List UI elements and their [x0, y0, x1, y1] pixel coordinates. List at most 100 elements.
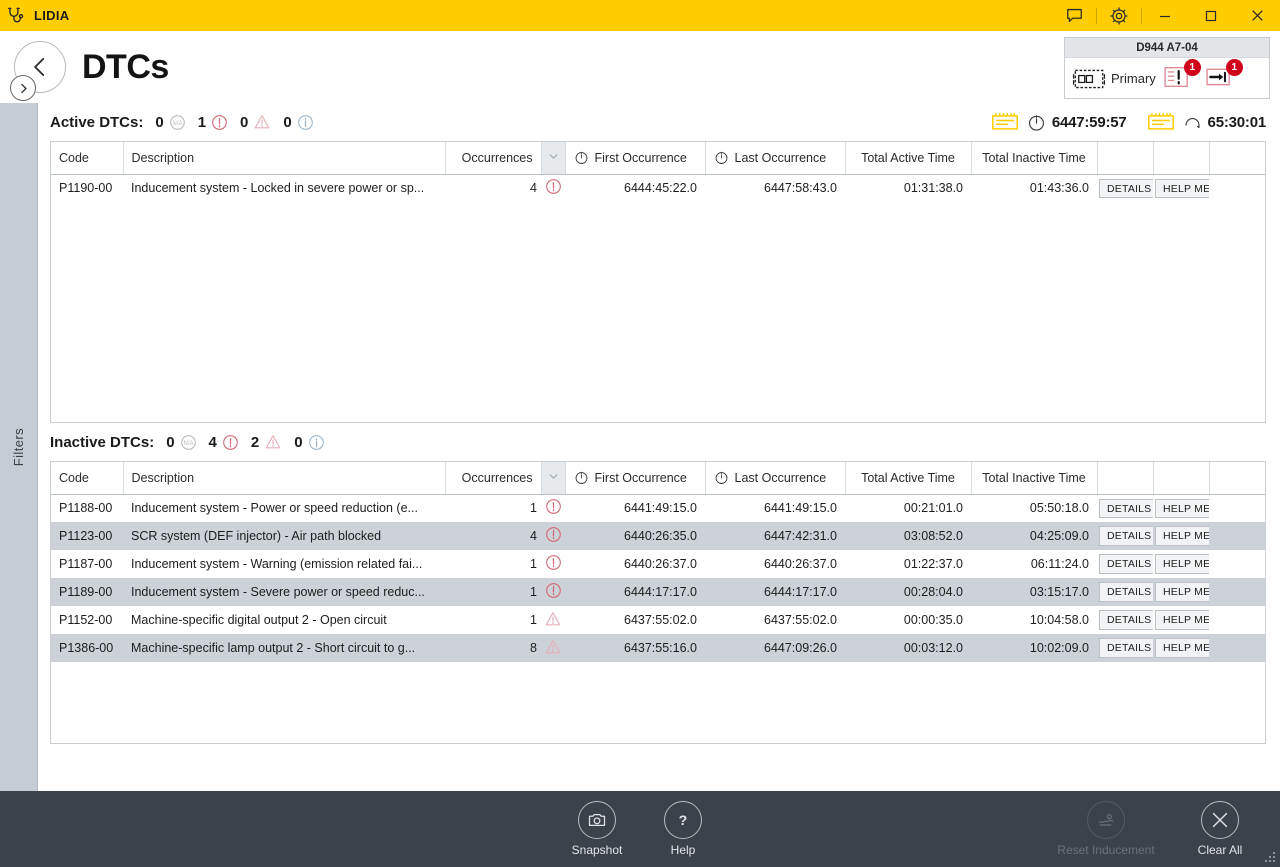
cell-severity-icon: [541, 174, 565, 202]
ecu-fault-badge[interactable]: 1: [1160, 63, 1198, 95]
inactive-severity-na: 0 N/A: [166, 434, 196, 451]
col-total-inactive-time[interactable]: Total Inactive Time: [971, 462, 1097, 494]
details-button[interactable]: DETAILS: [1099, 499, 1153, 519]
col-sort-toggle[interactable]: [541, 142, 565, 174]
reset-inducement-label: Reset Inducement: [1057, 843, 1154, 857]
clear-all-button[interactable]: Clear All: [1168, 801, 1272, 857]
col-last-occurrence[interactable]: Last Occurrence: [705, 462, 845, 494]
resize-grip[interactable]: [1264, 851, 1276, 863]
bottom-toolbar-right: Reset Inducement Clear All: [1054, 801, 1272, 857]
col-first-occurrence[interactable]: First Occurrence: [565, 142, 705, 174]
page-root: DTCs D944 A7-04 Primary 1: [0, 31, 1280, 867]
settings-button[interactable]: [1097, 0, 1141, 31]
ecu-module-icon: [1145, 110, 1177, 134]
details-button[interactable]: DETAILS: [1099, 179, 1153, 199]
details-button[interactable]: DETAILS: [1099, 554, 1153, 574]
close-button[interactable]: [1234, 0, 1280, 31]
help-label: Help: [671, 843, 696, 857]
ecu-inducement-badge[interactable]: 1: [1202, 63, 1240, 95]
error-circle-icon: [545, 498, 562, 515]
cell-last-occurrence: 6447:58:43.0: [705, 174, 845, 202]
inactive-dtc-table-element: Code Description Occurrences First Occur…: [51, 462, 1265, 662]
ecu-module-icon: [989, 110, 1021, 134]
close-x-icon: [1209, 809, 1231, 831]
col-description-label: Description: [132, 471, 195, 485]
bottom-gap: [50, 744, 1266, 791]
app-title: LIDIA: [34, 8, 69, 23]
active-info-count: 0: [283, 114, 291, 131]
minimize-button[interactable]: [1142, 0, 1188, 31]
details-button[interactable]: DETAILS: [1099, 638, 1153, 658]
cell-code: P1152-00: [51, 606, 123, 634]
col-total-active-time[interactable]: Total Active Time: [845, 462, 971, 494]
help-me-button[interactable]: HELP ME: [1155, 554, 1209, 574]
error-circle-icon: [211, 114, 228, 131]
info-circle-icon: [297, 114, 314, 131]
chevron-left-icon: [27, 54, 53, 80]
help-me-button[interactable]: HELP ME: [1155, 582, 1209, 602]
details-button[interactable]: DETAILS: [1099, 582, 1153, 602]
help-me-button[interactable]: HELP ME: [1155, 610, 1209, 630]
cell-help: HELP ME: [1153, 578, 1209, 606]
na-icon: N/A: [169, 114, 186, 131]
cell-code: P1188-00: [51, 494, 123, 522]
table-row[interactable]: P1190-00Inducement system - Locked in se…: [51, 174, 1265, 202]
col-description[interactable]: Description: [123, 142, 445, 174]
svg-text:N/A: N/A: [172, 121, 182, 127]
cell-description: SCR system (DEF injector) - Air path blo…: [123, 522, 445, 550]
inactive-header-row: Code Description Occurrences First Occur…: [51, 462, 1265, 494]
chevron-down-icon: [548, 151, 559, 162]
col-sort-toggle[interactable]: [541, 462, 565, 494]
cell-severity-icon: [541, 550, 565, 578]
cell-last-occurrence: 6437:55:02.0: [705, 606, 845, 634]
maximize-button[interactable]: [1188, 0, 1234, 31]
col-code-label: Code: [59, 151, 89, 165]
details-button[interactable]: DETAILS: [1099, 610, 1153, 630]
help-me-button[interactable]: HELP ME: [1155, 526, 1209, 546]
col-total-active-time[interactable]: Total Active Time: [845, 142, 971, 174]
inactive-table-head: Code Description Occurrences First Occur…: [51, 462, 1265, 494]
filters-expand-button[interactable]: [10, 75, 36, 101]
col-code[interactable]: Code: [51, 462, 123, 494]
table-row[interactable]: P1123-00SCR system (DEF injector) - Air …: [51, 522, 1265, 550]
cell-total-inactive-time: 05:50:18.0: [971, 494, 1097, 522]
col-last-occurrence[interactable]: Last Occurrence: [705, 142, 845, 174]
cell-total-active-time: 00:28:04.0: [845, 578, 971, 606]
cell-first-occurrence: 6441:49:15.0: [565, 494, 705, 522]
table-row[interactable]: P1386-00Machine-specific lamp output 2 -…: [51, 634, 1265, 662]
chat-button[interactable]: [1052, 0, 1096, 31]
col-code[interactable]: Code: [51, 142, 123, 174]
help-me-button[interactable]: HELP ME: [1155, 499, 1209, 519]
camera-icon: [587, 810, 607, 830]
table-row[interactable]: P1187-00Inducement system - Warning (emi…: [51, 550, 1265, 578]
col-first-occurrence[interactable]: First Occurrence: [565, 462, 705, 494]
col-occurrences[interactable]: Occurrences: [445, 462, 541, 494]
cell-help: HELP ME: [1153, 494, 1209, 522]
table-row[interactable]: P1152-00Machine-specific digital output …: [51, 606, 1265, 634]
cell-total-active-time: 00:00:35.0: [845, 606, 971, 634]
help-circle: ?: [664, 801, 702, 839]
table-row[interactable]: P1189-00Inducement system - Severe power…: [51, 578, 1265, 606]
cell-blank: [1209, 174, 1265, 202]
help-button[interactable]: ? Help: [640, 801, 726, 857]
filters-sidebar[interactable]: Filters: [0, 103, 38, 791]
col-description[interactable]: Description: [123, 462, 445, 494]
help-me-button[interactable]: HELP ME: [1155, 638, 1209, 658]
cell-total-inactive-time: 01:43:36.0: [971, 174, 1097, 202]
warning-triangle-icon: [544, 610, 562, 628]
active-severity-warning: 0: [240, 113, 271, 131]
machine-info-panel[interactable]: D944 A7-04 Primary 1: [1064, 37, 1270, 99]
na-icon: N/A: [180, 434, 197, 451]
cell-last-occurrence: 6444:17:17.0: [705, 578, 845, 606]
col-total-inactive-time[interactable]: Total Inactive Time: [971, 142, 1097, 174]
machine-name: D944 A7-04: [1065, 38, 1269, 58]
table-row[interactable]: P1188-00Inducement system - Power or spe…: [51, 494, 1265, 522]
clock-icon: [574, 470, 589, 485]
col-occurrences[interactable]: Occurrences: [445, 142, 541, 174]
snapshot-button[interactable]: Snapshot: [554, 801, 640, 857]
active-dtc-table-element: Code Description Occurrences First Occur…: [51, 142, 1265, 202]
cell-occurrences: 4: [445, 522, 541, 550]
active-table-head: Code Description Occurrences First Occur…: [51, 142, 1265, 174]
details-button[interactable]: DETAILS: [1099, 526, 1153, 546]
help-me-button[interactable]: HELP ME: [1155, 179, 1209, 199]
